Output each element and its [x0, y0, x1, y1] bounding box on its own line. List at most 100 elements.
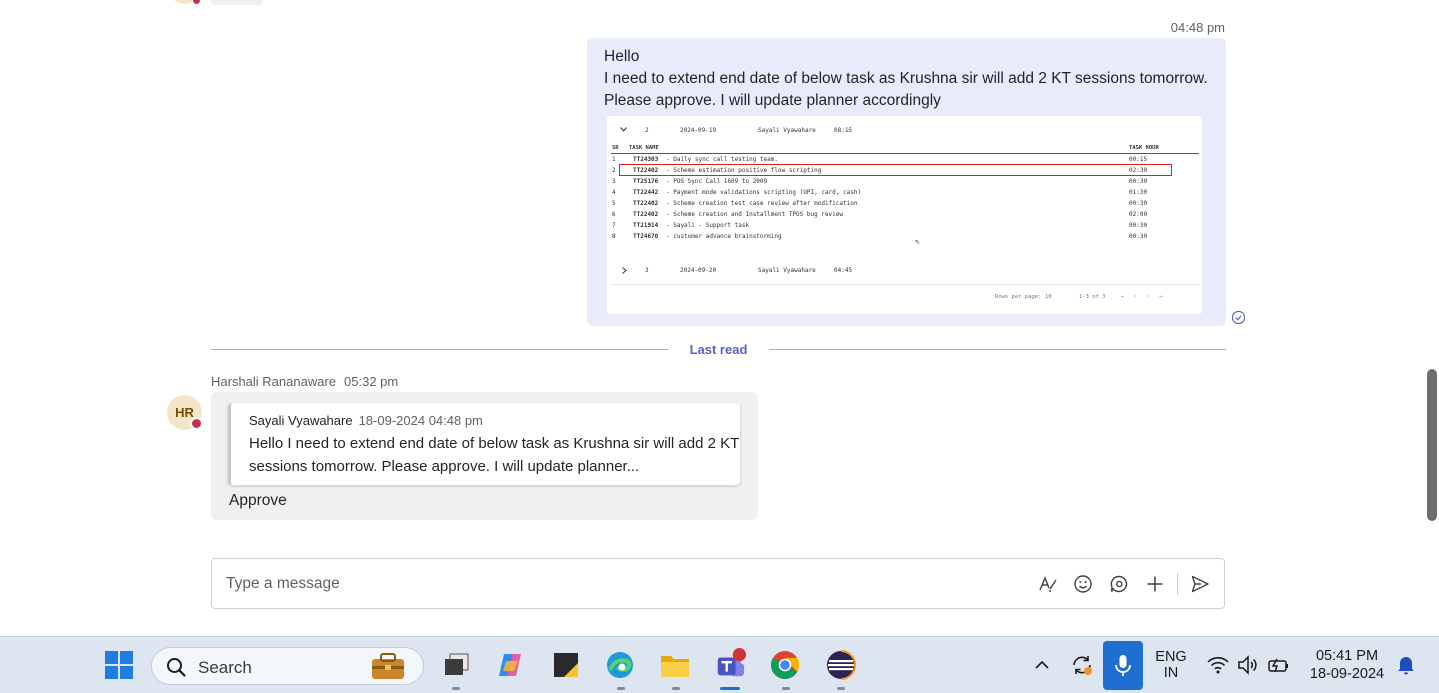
microphone-icon: [1115, 655, 1131, 676]
row-task-id: TT22402: [633, 211, 659, 218]
last-read-label: Last read: [689, 342, 748, 357]
search-icon: [167, 658, 186, 677]
sender-name[interactable]: Harshali Rananaware: [211, 374, 336, 389]
wifi-icon[interactable]: [1202, 649, 1234, 681]
emoji-icon[interactable]: [1072, 573, 1094, 595]
taskbar: Search ENG IN 05:41 PM 18-09-2024: [0, 636, 1439, 693]
clock-time: 05:41 PM: [1315, 648, 1379, 664]
row-task-id: TT22442: [633, 189, 659, 196]
attached-screenshot[interactable]: 2 2024-09-19 Sayali Vyawahare 08:15 SR T…: [607, 116, 1202, 314]
clock[interactable]: 05:41 PM 18-09-2024: [1300, 648, 1394, 682]
column-task-hour: TASK HOUR: [1129, 145, 1159, 151]
row-task-desc: - Scheme creation and Installment TPOS b…: [666, 211, 844, 218]
last-read-divider: [211, 349, 668, 350]
sync-icon[interactable]: [1066, 649, 1098, 681]
row-task-id: TT25176: [633, 178, 659, 185]
clock-date: 18-09-2024: [1309, 666, 1385, 682]
send-icon[interactable]: [1189, 573, 1211, 595]
chat-pane: 04:48 pm Hello I need to extend end date…: [0, 0, 1439, 636]
edge-icon[interactable]: [604, 649, 636, 681]
language-code: ENG: [1155, 649, 1187, 665]
previous-message-bubble[interactable]: [211, 0, 263, 5]
chevron-down-icon: [620, 127, 627, 132]
row-task-desc: - Scheme creation test case review after…: [666, 200, 858, 207]
row-task-desc: - Sayali - Support task: [666, 222, 750, 229]
notification-bell-icon[interactable]: [1390, 649, 1422, 681]
battery-icon[interactable]: [1262, 649, 1294, 681]
own-message-bubble[interactable]: Hello I need to extend end date of below…: [587, 38, 1226, 326]
eclipse-icon[interactable]: [825, 649, 857, 681]
row-task-desc: - customer advance brainstorming: [666, 233, 782, 240]
mouse-cursor-icon: ⇖: [915, 237, 921, 247]
chrome-icon[interactable]: [769, 649, 801, 681]
reply-time: 05:32 pm: [344, 374, 399, 389]
quote-header: Sayali Vyawahare 18-09-2024 04:48 pm: [249, 413, 483, 428]
running-indicator: [782, 687, 790, 690]
start-windows-icon[interactable]: [103, 649, 135, 681]
format-icon[interactable]: [1037, 573, 1059, 595]
compose-box[interactable]: [211, 558, 1225, 609]
work-briefcase-icon: [372, 653, 404, 679]
quoted-message[interactable]: Sayali Vyawahare 18-09-2024 04:48 pm Hell…: [228, 403, 740, 485]
previous-presence-dot: [192, 0, 201, 5]
row-task-hour: 01:30: [1129, 189, 1148, 196]
sticky-notes-icon[interactable]: [550, 649, 582, 681]
running-indicator: [617, 687, 625, 690]
message-input[interactable]: [226, 572, 1026, 596]
row-sr: 4: [612, 189, 616, 196]
volume-icon[interactable]: [1232, 649, 1264, 681]
row-task-hour: 00:30: [1129, 200, 1148, 207]
column-sr: SR: [612, 145, 619, 151]
running-indicator: [672, 687, 680, 690]
last-read-divider: [769, 349, 1226, 350]
loop-icon[interactable]: [1108, 573, 1130, 595]
footer-rule: [611, 284, 1199, 285]
taskbar-search[interactable]: Search: [151, 647, 424, 685]
highlight-box: [619, 164, 1172, 176]
row-sr: 5: [612, 200, 616, 207]
row-sr: 8: [612, 233, 616, 240]
row-task-hour: 00:30: [1129, 178, 1148, 185]
teams-icon[interactable]: [714, 648, 746, 681]
row-sr: 6: [612, 211, 616, 218]
quote-text: Hello I need to extend end date of below…: [249, 435, 740, 475]
group-hours: 08:15: [834, 127, 853, 134]
row-task-desc: - POS Sync Call 1609 to 2009: [666, 178, 768, 185]
row-task-hour: 00:30: [1129, 222, 1148, 229]
group-name: Sayali Vyawahare: [758, 127, 816, 134]
scrollbar-thumb[interactable]: [1427, 369, 1437, 521]
group-hours: 04:45: [834, 267, 853, 274]
own-message-time: 04:48 pm: [1170, 20, 1225, 35]
reply-header: Harshali Rananaware 05:32 pm: [211, 374, 398, 389]
compose-separator: [1177, 573, 1178, 595]
task-view-icon[interactable]: [440, 649, 472, 681]
rows-per-page-label: Rows per page:: [995, 294, 1042, 300]
running-indicator: [837, 687, 845, 690]
row-task-hour: 02:00: [1129, 211, 1148, 218]
file-explorer-icon[interactable]: [659, 649, 691, 681]
microphone-button[interactable]: [1103, 641, 1143, 690]
row-task-desc: - Payment mode validations scripting (UP…: [666, 189, 862, 196]
rows-per-page-value: 10: [1045, 294, 1052, 300]
group-sr: 3: [645, 267, 649, 274]
copilot-icon[interactable]: [494, 649, 526, 681]
column-task-name: TASK NAME: [629, 145, 659, 151]
row-task-id: TT24303: [633, 156, 659, 163]
quote-time: 18-09-2024 04:48 pm: [358, 413, 483, 428]
group-date: 2024-09-19: [680, 127, 717, 134]
own-message-line: Hello: [604, 48, 640, 65]
chevron-up-icon[interactable]: [1026, 649, 1058, 681]
add-icon[interactable]: [1144, 573, 1166, 595]
row-task-desc: - Daily sync call testing team.: [666, 156, 778, 163]
language-indicator[interactable]: ENG IN: [1152, 649, 1190, 681]
running-indicator: [452, 687, 460, 690]
row-task-hour: 00:30: [1129, 233, 1148, 240]
language-region: IN: [1163, 665, 1179, 681]
active-indicator: [720, 687, 740, 690]
own-message-line: Please approve. I will update planner ac…: [604, 92, 941, 109]
search-label: Search: [198, 658, 252, 677]
row-task-id: TT22402: [633, 200, 659, 207]
reply-text: Approve: [229, 492, 287, 509]
reply-message-bubble[interactable]: Sayali Vyawahare 18-09-2024 04:48 pm Hell…: [211, 392, 758, 520]
group-name: Sayali Vyawahare: [758, 267, 816, 274]
